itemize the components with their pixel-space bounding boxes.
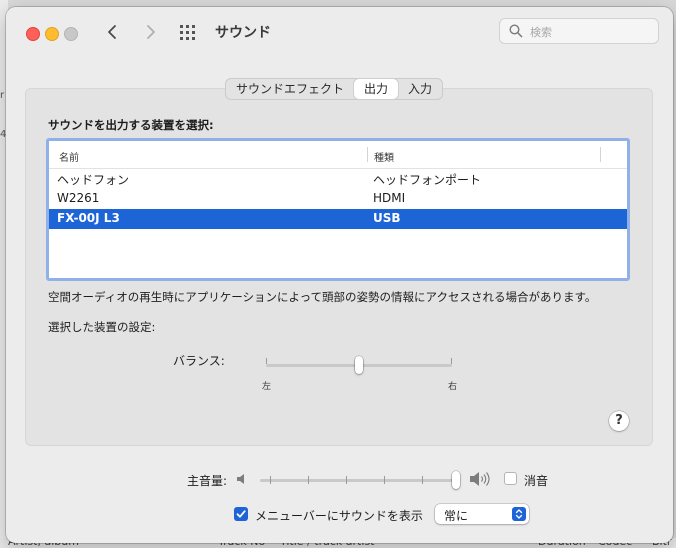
mute-checkbox[interactable] xyxy=(504,472,517,485)
column-header-type[interactable]: 種類 xyxy=(374,149,394,164)
volume-track xyxy=(260,479,456,482)
volume-tick xyxy=(308,476,309,484)
show-in-menubar-checkbox[interactable] xyxy=(234,507,248,521)
balance-label: バランス: xyxy=(173,354,225,368)
search-field[interactable] xyxy=(499,18,659,44)
menubar-visibility-popup[interactable]: 常に xyxy=(435,504,529,524)
help-button[interactable]: ? xyxy=(609,411,629,431)
output-volume-label: 主音量: xyxy=(187,474,228,488)
device-settings-title: 選択した装置の設定: xyxy=(48,320,156,334)
forward-button[interactable] xyxy=(139,21,161,43)
chevron-right-icon xyxy=(147,25,155,39)
column-divider xyxy=(367,147,368,162)
device-type: ヘッドフォンポート xyxy=(373,173,482,187)
show-in-menubar-label: メニューバーにサウンドを表示 xyxy=(255,509,423,523)
search-icon xyxy=(509,24,523,38)
device-row-selected[interactable]: FX-00J L3 USB xyxy=(49,209,627,229)
balance-left-label: 左 xyxy=(262,382,272,392)
balance-right-label: 右 xyxy=(448,382,458,392)
show-all-button[interactable] xyxy=(179,24,199,42)
volume-tick xyxy=(270,476,271,484)
mute-label: 消音 xyxy=(524,474,549,488)
column-header-name[interactable]: 名前 xyxy=(59,149,79,164)
volume-tick xyxy=(422,476,423,484)
background-fragment: r xyxy=(0,90,5,101)
sound-preferences-window: サウンド サウンドを出力する装置を選択: 名前 種類 ヘッドフォン ヘッドフォン… xyxy=(6,7,673,543)
back-button[interactable] xyxy=(102,21,124,43)
speaker-high-icon xyxy=(470,472,490,486)
tab-bar: サウンドエフェクト 出力 入力 xyxy=(225,78,444,100)
column-divider xyxy=(600,147,601,162)
balance-tick xyxy=(451,358,452,364)
close-button[interactable] xyxy=(26,27,40,41)
popup-value: 常に xyxy=(444,509,469,523)
section-title: サウンドを出力する装置を選択: xyxy=(48,118,214,132)
device-type: USB xyxy=(373,211,401,225)
tab-input[interactable]: 入力 xyxy=(398,79,442,99)
device-row[interactable]: W2261 HDMI xyxy=(49,189,627,209)
popup-arrows-icon xyxy=(512,507,526,521)
volume-tick xyxy=(384,476,385,484)
balance-knob[interactable] xyxy=(355,356,363,374)
grid-icon xyxy=(180,25,195,40)
volume-tick xyxy=(346,476,347,484)
window-title: サウンド xyxy=(215,25,271,41)
volume-knob[interactable] xyxy=(452,471,460,489)
balance-tick xyxy=(266,358,267,364)
device-name: FX-00J L3 xyxy=(57,211,120,225)
tab-output[interactable]: 出力 xyxy=(354,79,399,99)
spatial-audio-note: 空間オーディオの再生時にアプリケーションによって頭部の姿勢の情報にアクセスされる… xyxy=(48,290,597,304)
list-header: 名前 種類 xyxy=(49,141,627,169)
zoom-button[interactable] xyxy=(64,27,78,41)
checkmark-icon xyxy=(236,510,246,518)
search-input[interactable] xyxy=(528,22,657,42)
output-panel: サウンドを出力する装置を選択: 名前 種類 ヘッドフォン ヘッドフォンポート W… xyxy=(25,88,653,446)
device-name: W2261 xyxy=(57,191,100,205)
device-name: ヘッドフォン xyxy=(57,173,130,187)
speaker-low-icon xyxy=(237,474,244,484)
titlebar: サウンド xyxy=(6,7,673,59)
device-row[interactable]: ヘッドフォン ヘッドフォンポート xyxy=(49,169,627,189)
chevron-left-icon xyxy=(108,25,116,39)
output-device-list[interactable]: 名前 種類 ヘッドフォン ヘッドフォンポート W2261 HDMI FX-00J… xyxy=(46,138,630,281)
device-type: HDMI xyxy=(373,191,406,205)
tab-sound-effects[interactable]: サウンドエフェクト xyxy=(226,79,354,99)
minimize-button[interactable] xyxy=(45,27,59,41)
